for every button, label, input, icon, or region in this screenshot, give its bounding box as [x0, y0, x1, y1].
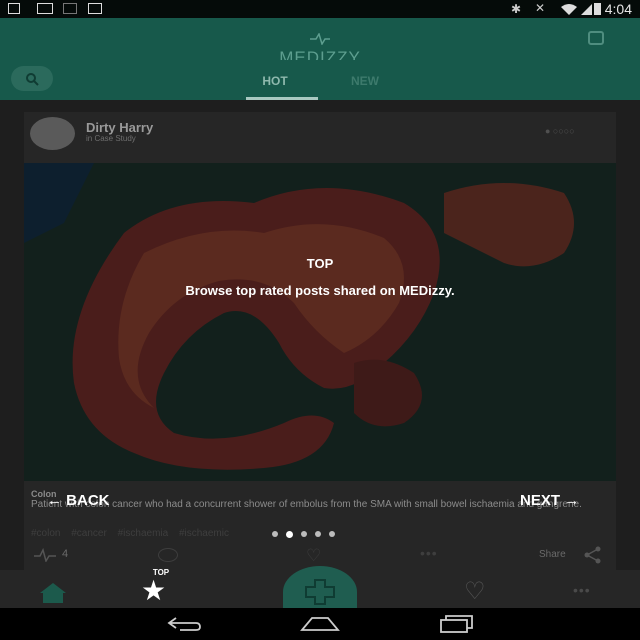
next-button[interactable]: NEXT →: [520, 492, 579, 509]
avatar[interactable]: [30, 117, 75, 150]
tab-bar: [0, 60, 640, 100]
download-notification-icon: [8, 3, 20, 14]
search-icon: [26, 73, 39, 86]
like-count: 4: [62, 548, 69, 560]
pulse-icon[interactable]: [34, 548, 56, 562]
home-nav-icon[interactable]: [300, 616, 340, 632]
barcode-notification-icon: [88, 3, 102, 14]
like-heart-icon[interactable]: ♡: [306, 546, 321, 566]
wifi-icon: [561, 4, 577, 15]
follow-icon[interactable]: ● ○○○○: [545, 126, 575, 136]
page-dot[interactable]: [301, 531, 307, 537]
recent-apps-icon[interactable]: [440, 615, 474, 633]
author-name[interactable]: Dirty Harry: [86, 120, 153, 135]
post-image[interactable]: [24, 163, 616, 481]
post-tags[interactable]: #colon #cancer #ischaemia #ischaemic: [31, 528, 229, 539]
more-options-icon[interactable]: •••: [420, 545, 438, 561]
system-nav-bar: [0, 608, 640, 640]
menu-icon[interactable]: [588, 31, 604, 45]
overlay-title: TOP: [306, 256, 334, 271]
medical-specimen-photo: [24, 163, 616, 481]
share-icon[interactable]: [583, 546, 603, 564]
search-button[interactable]: [11, 66, 53, 91]
message-notification-icon: [37, 3, 53, 14]
tab-new[interactable]: NEW: [335, 74, 395, 88]
status-time: 4:04: [604, 1, 632, 17]
back-button[interactable]: ← BACK: [47, 492, 110, 509]
comment-icon[interactable]: [158, 548, 178, 562]
battery-icon: [594, 3, 601, 15]
share-label[interactable]: Share: [539, 549, 566, 560]
tab-hot[interactable]: HOT: [244, 74, 306, 88]
page-indicator: [272, 530, 335, 538]
overlay-description: Browse top rated posts shared on MEDizzy…: [185, 283, 455, 298]
back-arrow-icon[interactable]: [166, 616, 202, 632]
bluetooth-icon: ✱: [511, 2, 522, 16]
home-icon[interactable]: [38, 582, 68, 604]
plus-icon: [305, 579, 335, 605]
page-dot[interactable]: [286, 530, 293, 538]
page-dot[interactable]: [272, 531, 278, 537]
post-category[interactable]: in Case Study: [86, 134, 136, 143]
status-bar: ✱ ✕ 4:04: [0, 0, 640, 18]
page-dot[interactable]: [315, 531, 321, 537]
favorites-heart-icon[interactable]: ♡: [464, 577, 486, 606]
mute-icon: ✕: [535, 1, 546, 15]
more-nav-icon[interactable]: •••: [573, 582, 591, 598]
signal-icon: [581, 4, 592, 15]
heartbeat-logo-icon: [310, 31, 330, 46]
page-dot[interactable]: [329, 531, 335, 537]
star-icon[interactable]: ★: [141, 576, 166, 606]
mail-notification-icon: [63, 3, 77, 14]
